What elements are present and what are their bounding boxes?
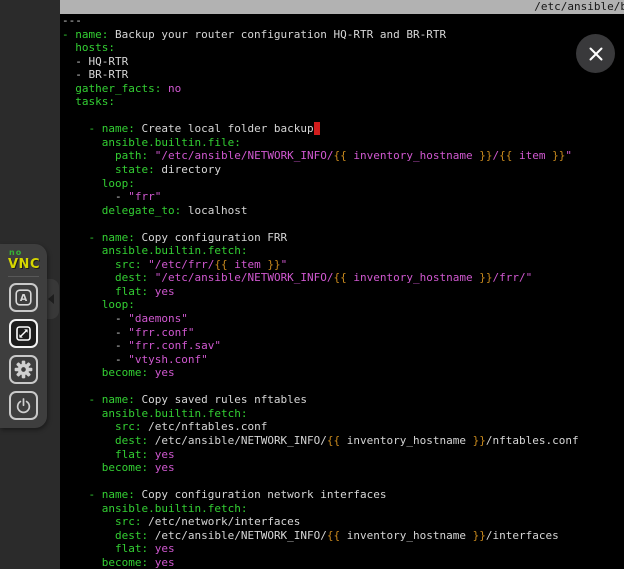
terminal-line: dest: /etc/ansible/NETWORK_INFO/{{ inven… [62, 434, 624, 448]
terminal-line: - "frr" [62, 190, 624, 204]
terminal-line: - name: Copy configuration FRR [62, 231, 624, 245]
terminal-line: - BR-RTR [62, 68, 624, 82]
terminal-line: gather_facts: no [62, 82, 624, 96]
terminal-window[interactable]: GNU nano 7.2 /etc/ansible/b ---- name: B… [60, 0, 624, 569]
terminal-line: - name: Copy saved rules nftables [62, 393, 624, 407]
terminal-line: ansible.builtin.fetch: [62, 502, 624, 516]
novnc-logo-bottom: VNC [8, 258, 40, 271]
terminal-line [62, 109, 624, 123]
terminal-line: flat: yes [62, 542, 624, 556]
collapse-arrow-icon [48, 294, 54, 304]
close-button[interactable] [576, 34, 615, 73]
terminal-line: become: yes [62, 556, 624, 569]
terminal-line: become: yes [62, 461, 624, 475]
terminal-line: dest: /etc/ansible/NETWORK_INFO/{{ inven… [62, 529, 624, 543]
terminal-line: loop: [62, 177, 624, 191]
terminal-line: - HQ-RTR [62, 55, 624, 69]
terminal-line: src: /etc/nftables.conf [62, 420, 624, 434]
terminal-line: ansible.builtin.fetch: [62, 407, 624, 421]
fullscreen-button[interactable] [9, 319, 38, 348]
terminal-line: ansible.builtin.file: [62, 136, 624, 150]
terminal-line [62, 475, 624, 489]
terminal-line: - "frr.conf" [62, 326, 624, 340]
terminal-line: delegate_to: localhost [62, 204, 624, 218]
terminal-line: loop: [62, 298, 624, 312]
terminal-line: --- [62, 14, 624, 28]
editor-content[interactable]: ---- name: Backup your router configurat… [62, 14, 624, 569]
nano-filename: /etc/ansible/b [534, 0, 624, 14]
fullscreen-icon [15, 325, 32, 342]
vnc-control-bar: no VNC A [0, 244, 47, 428]
terminal-line: - name: Create local folder backup [62, 122, 624, 136]
keyboard-a-icon: A [15, 289, 32, 306]
terminal-line: - "daemons" [62, 312, 624, 326]
gear-icon [14, 360, 33, 379]
power-icon [15, 397, 32, 414]
terminal-line: hosts: [62, 41, 624, 55]
terminal-line: - name: Backup your router configuration… [62, 28, 624, 42]
terminal-line: flat: yes [62, 285, 624, 299]
terminal-line: dest: "/etc/ansible/NETWORK_INFO/{{ inve… [62, 271, 624, 285]
terminal-line: - "vtysh.conf" [62, 353, 624, 367]
extra-keys-button[interactable]: A [9, 283, 38, 312]
vnc-screen: GNU nano 7.2 /etc/ansible/b ---- name: B… [0, 0, 624, 569]
novnc-logo-top: no [9, 249, 22, 257]
power-button[interactable] [9, 391, 38, 420]
terminal-line: src: "/etc/frr/{{ item }}" [62, 258, 624, 272]
terminal-line: ansible.builtin.fetch: [62, 244, 624, 258]
control-bar-divider [8, 276, 39, 277]
terminal-line: - name: Copy configuration network inter… [62, 488, 624, 502]
svg-text:A: A [20, 293, 28, 304]
terminal-line: path: "/etc/ansible/NETWORK_INFO/{{ inve… [62, 149, 624, 163]
terminal-line: src: /etc/network/interfaces [62, 515, 624, 529]
terminal-line [62, 380, 624, 394]
close-icon [588, 46, 604, 62]
nano-titlebar: GNU nano 7.2 /etc/ansible/b [60, 0, 624, 14]
terminal-line: state: directory [62, 163, 624, 177]
terminal-line: flat: yes [62, 448, 624, 462]
novnc-logo: no VNC [8, 249, 39, 271]
terminal-line [62, 217, 624, 231]
terminal-line: - "frr.conf.sav" [62, 339, 624, 353]
settings-button[interactable] [9, 355, 38, 384]
terminal-line: become: yes [62, 366, 624, 380]
terminal-line: tasks: [62, 95, 624, 109]
